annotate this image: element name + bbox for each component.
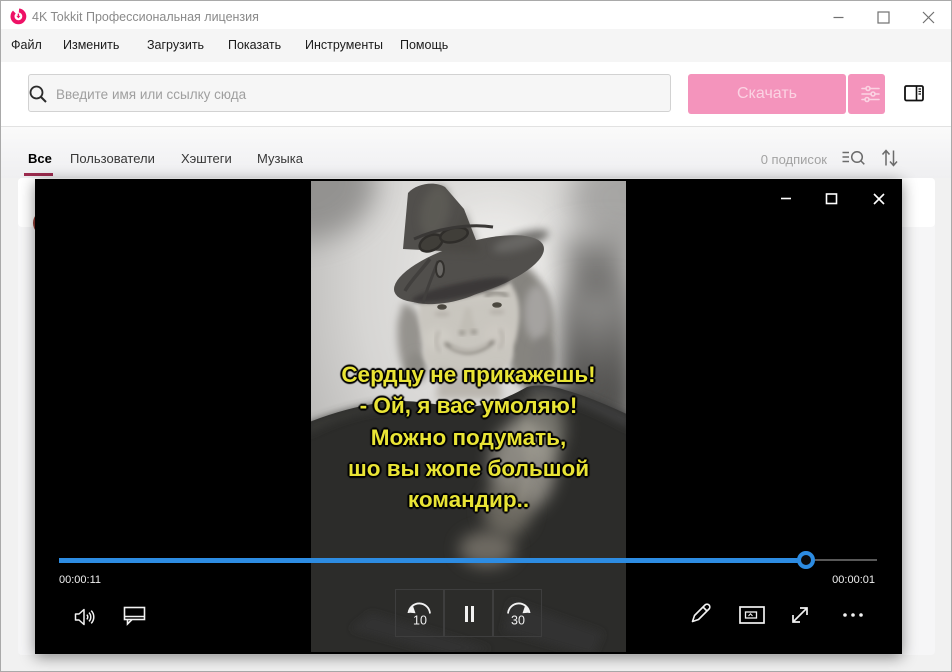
svg-text:10: 10 [413,614,427,628]
svg-text:30: 30 [511,614,525,628]
